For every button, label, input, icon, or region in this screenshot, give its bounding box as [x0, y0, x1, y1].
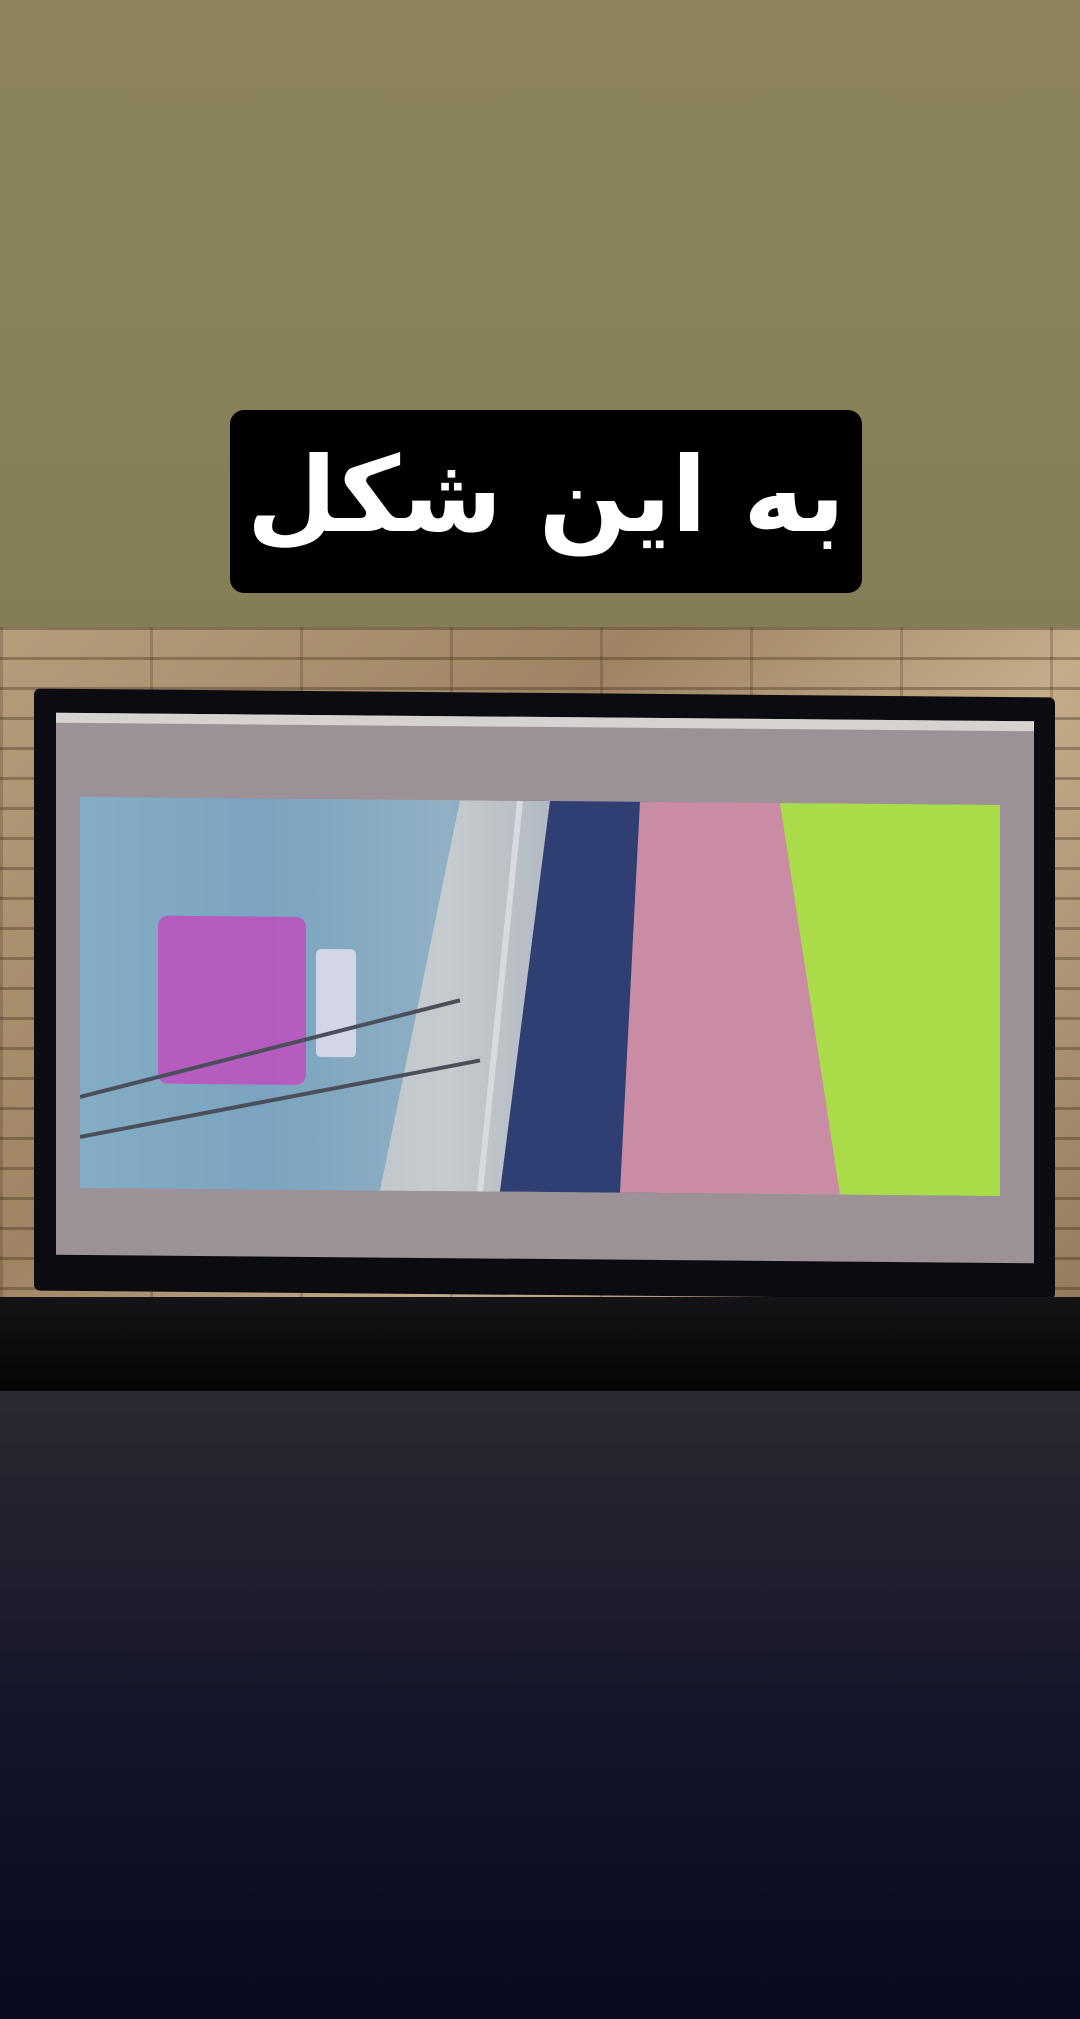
tv-photo — [0, 627, 1080, 1391]
caption-text: به این شکل — [246, 433, 846, 556]
story-bottom-background — [0, 1391, 1080, 2019]
tv-stand — [0, 1297, 1080, 1391]
television — [34, 688, 1055, 1300]
tv-screen — [56, 712, 1034, 1264]
caption-box: به این شکل — [230, 410, 862, 593]
stadium-scene — [80, 796, 1000, 1196]
stream-window-bar — [56, 712, 1034, 732]
stadium-video-frame — [80, 796, 1000, 1196]
